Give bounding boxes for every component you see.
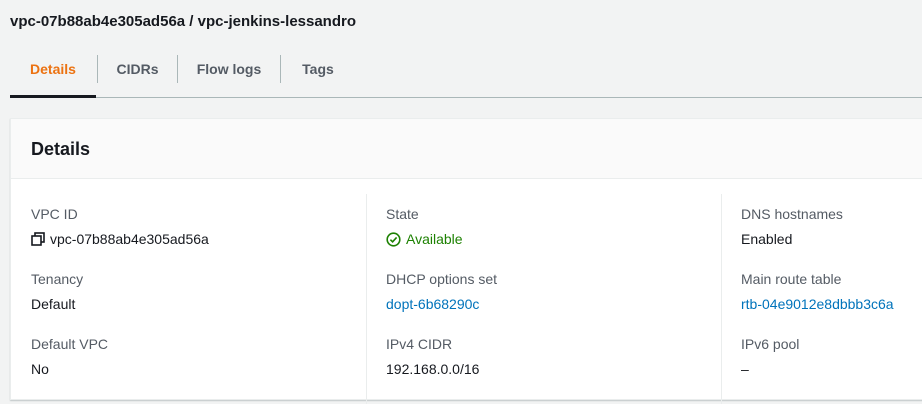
dhcp-link[interactable]: dopt-6b68290c	[386, 296, 497, 312]
default-vpc-label: Default VPC	[31, 336, 109, 352]
tenancy-value: Default	[31, 296, 76, 312]
vpc-id-label: VPC ID	[31, 206, 78, 222]
details-panel-header: Details	[11, 119, 922, 179]
details-panel-title: Details	[31, 139, 91, 159]
column-divider	[721, 194, 722, 404]
column-divider	[366, 194, 367, 404]
ipv4-label: IPv4 CIDR	[386, 336, 453, 352]
tab-details[interactable]: Details	[10, 40, 96, 98]
state-value-row: Available	[386, 231, 463, 247]
state-label: State	[386, 206, 419, 222]
copy-icon[interactable]	[31, 232, 45, 246]
tab-cidrs[interactable]: CIDRs	[98, 40, 177, 97]
dhcp-field: DHCP options set dopt-6b68290c	[386, 271, 497, 312]
ipv4-field: IPv4 CIDR 192.168.0.0/16	[386, 336, 479, 377]
dns-field: DNS hostnames Enabled	[741, 206, 843, 247]
page-title: vpc-07b88ab4e305ad56a / vpc-jenkins-less…	[10, 13, 357, 30]
check-circle-icon	[386, 231, 401, 247]
dhcp-label: DHCP options set	[386, 271, 498, 287]
ipv6-value: –	[741, 361, 749, 377]
details-panel: Details VPC ID vpc-07b88ab4e305ad56a Ten…	[10, 118, 922, 404]
route-field: Main route table rtb-04e9012e8dbbb3c6a	[741, 271, 894, 312]
ipv6-field: IPv6 pool –	[741, 336, 799, 377]
ipv6-label: IPv6 pool	[741, 336, 800, 352]
tab-flow-logs[interactable]: Flow logs	[178, 40, 280, 97]
default-vpc-field: Default VPC No	[31, 336, 108, 377]
tab-tags[interactable]: Tags	[281, 40, 355, 97]
state-field: State Available	[386, 206, 463, 247]
tenancy-field: Tenancy Default	[31, 271, 83, 312]
tenancy-label: Tenancy	[31, 271, 84, 287]
default-vpc-value: No	[31, 361, 49, 377]
route-label: Main route table	[741, 271, 842, 287]
vpc-id-value-row: vpc-07b88ab4e305ad56a	[31, 231, 209, 247]
vpc-id-field: VPC ID vpc-07b88ab4e305ad56a	[31, 206, 209, 247]
state-value: Available	[406, 231, 463, 247]
dns-label: DNS hostnames	[741, 206, 843, 222]
tab-bar: Details CIDRs Flow logs Tags	[10, 40, 922, 98]
dns-value: Enabled	[741, 231, 793, 247]
ipv4-value: 192.168.0.0/16	[386, 361, 480, 377]
route-link[interactable]: rtb-04e9012e8dbbb3c6a	[741, 296, 894, 312]
vpc-id-value: vpc-07b88ab4e305ad56a	[50, 231, 209, 247]
